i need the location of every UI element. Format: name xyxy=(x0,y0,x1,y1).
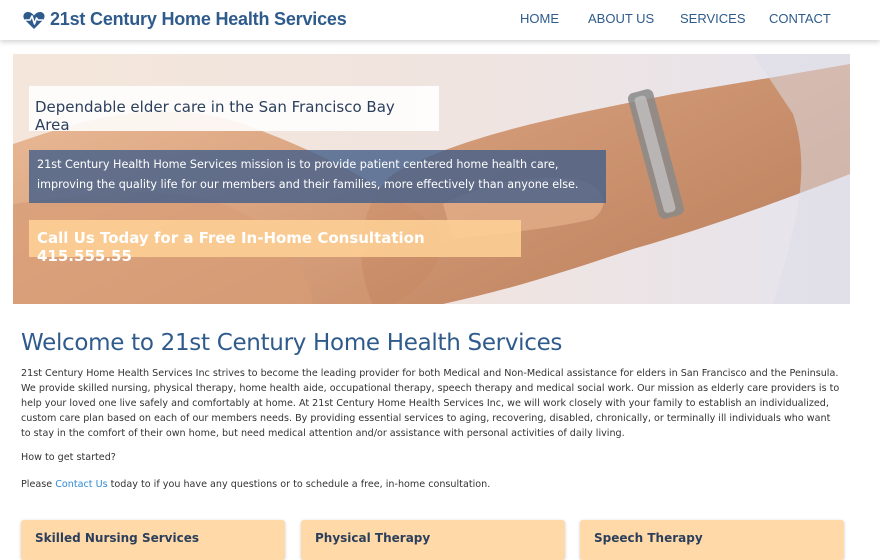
card-title: Physical Therapy xyxy=(315,531,431,545)
please-text: Please xyxy=(21,479,53,490)
welcome-section: Welcome to 21st Century Home Health Serv… xyxy=(21,330,841,492)
please-rest-text: today to if you have any questions or to… xyxy=(110,479,491,490)
welcome-heading: Welcome to 21st Century Home Health Serv… xyxy=(21,330,563,356)
navbar: 21st Century Home Health Services HOME A… xyxy=(0,0,880,40)
hero-tagline: Dependable elder care in the San Francis… xyxy=(29,86,439,134)
services-cards: Skilled Nursing Services Physical Therap… xyxy=(21,520,851,560)
card-physical-therapy[interactable]: Physical Therapy xyxy=(301,520,565,560)
card-speech-therapy[interactable]: Speech Therapy xyxy=(580,520,844,560)
card-skilled-nursing[interactable]: Skilled Nursing Services xyxy=(21,520,285,560)
mission-statement: 21st Century Health Home Services missio… xyxy=(29,150,606,203)
contact-paragraph: Please Contact Us today to if you have a… xyxy=(21,477,841,492)
card-title: Skilled Nursing Services xyxy=(35,531,199,545)
nav-about-us[interactable]: ABOUT US xyxy=(588,11,654,26)
main-nav: HOME ABOUT US SERVICES CONTACT xyxy=(0,11,880,27)
contact-us-link[interactable]: Contact Us xyxy=(55,479,107,490)
hero-banner: Dependable elder care in the San Francis… xyxy=(13,54,850,304)
intro-paragraph: 21st Century Home Health Services Inc st… xyxy=(21,368,840,439)
how-to-start: How to get started? xyxy=(21,452,116,463)
nav-services[interactable]: SERVICES xyxy=(680,11,746,26)
cta-call-button[interactable]: Call Us Today for a Free In-Home Consult… xyxy=(29,220,521,265)
card-title: Speech Therapy xyxy=(594,531,703,545)
nav-home[interactable]: HOME xyxy=(520,11,559,26)
nav-contact[interactable]: CONTACT xyxy=(769,11,831,26)
